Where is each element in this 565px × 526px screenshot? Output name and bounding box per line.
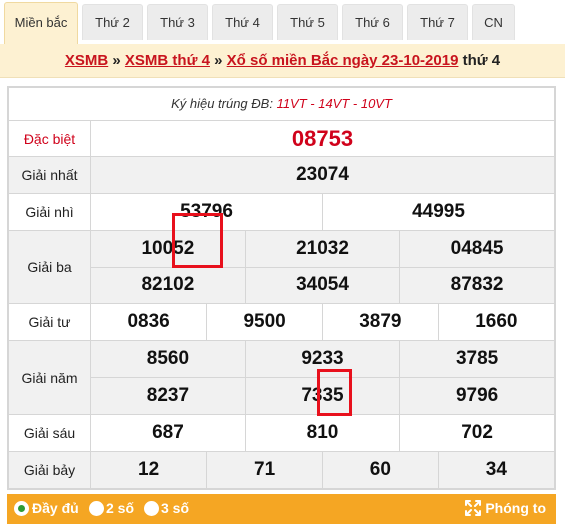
prize-label-third: Giải ba	[8, 229, 91, 305]
prize-row-special: Đặc biệt 08753	[8, 119, 555, 158]
prize-number: 82102	[91, 266, 246, 304]
prize-label-fifth: Giải năm	[8, 339, 91, 416]
prize-number: 34054	[244, 266, 400, 304]
prize-row-sixth: Giải sáu 687 810 702	[8, 414, 555, 453]
prize-number: 3879	[322, 304, 439, 340]
day-tabs: Miền bắc Thứ 2 Thứ 3 Thứ 4 Thứ 5 Thứ 6 T…	[0, 0, 565, 44]
tab-thu-3[interactable]: Thứ 3	[147, 4, 208, 40]
prize-row-seventh: Giải bảy 12 71 60 34	[8, 451, 555, 489]
tab-thu-2[interactable]: Thứ 2	[82, 4, 143, 40]
prize-number: 9500	[206, 304, 323, 340]
prize-row-first: Giải nhất 23074	[8, 156, 555, 195]
prize-row-second: Giải nhì 53796 44995	[8, 193, 555, 231]
prize-number: 87832	[399, 266, 554, 304]
radio-3-digits[interactable]	[144, 501, 159, 516]
symbol-codes: 11VT - 14VT - 10VT	[276, 96, 392, 112]
prize-numbers-sixth: 687 810 702	[90, 414, 555, 453]
zoom-label: Phóng to	[485, 500, 546, 516]
prize-number: 1660	[437, 304, 554, 340]
radio-full[interactable]	[14, 501, 29, 516]
breadcrumb-link-xsmb[interactable]: XSMB	[65, 52, 108, 69]
prize-number: 3785	[399, 340, 554, 378]
tab-thu-4[interactable]: Thứ 4	[212, 4, 273, 40]
breadcrumb: XSMB » XSMB thứ 4 » Xổ số miền Bắc ngày …	[0, 44, 565, 78]
prize-label-seventh: Giải bảy	[8, 451, 91, 489]
prize-number: 08753	[90, 119, 555, 158]
prize-label-special: Đặc biệt	[8, 119, 91, 158]
prize-numbers-fourth: 0836 9500 3879 1660	[90, 303, 555, 341]
breadcrumb-link-date[interactable]: Xổ số miền Bắc ngày 23-10-2019	[227, 52, 459, 69]
prize-number: 60	[322, 452, 439, 488]
zoom-button[interactable]: Phóng to	[465, 500, 546, 516]
prize-number: 34	[437, 452, 554, 488]
prize-number: 04845	[399, 230, 554, 268]
prize-row-fourth: Giải tư 0836 9500 3879 1660	[8, 303, 555, 341]
prize-number: 8560	[91, 340, 246, 378]
prize-number: 9796	[399, 377, 554, 415]
prize-number: 21032	[244, 230, 400, 268]
prize-number: 71	[206, 452, 323, 488]
prize-number: 702	[399, 415, 554, 452]
prize-label-sixth: Giải sáu	[8, 414, 91, 453]
prize-row-third: Giải ba 10052 21032 04845 82102 34054 87…	[8, 229, 555, 305]
tab-cn[interactable]: CN	[472, 4, 515, 40]
tab-thu-6[interactable]: Thứ 6	[342, 4, 403, 40]
highlight-box	[317, 369, 352, 416]
results-table: Ký hiệu trúng ĐB: 11VT - 14VT - 10VT Đặc…	[7, 86, 556, 490]
prize-number: 12	[91, 452, 207, 488]
radio-3-digits-label[interactable]: 3 số	[161, 500, 189, 516]
prize-number: 23074	[90, 156, 555, 195]
prize-label-fourth: Giải tư	[8, 303, 91, 341]
prize-numbers-seventh: 12 71 60 34	[90, 451, 555, 489]
highlight-box	[172, 213, 223, 268]
radio-full-label[interactable]: Đầy đủ	[32, 500, 79, 516]
breadcrumb-separator: »	[108, 52, 125, 69]
prize-label-first: Giải nhất	[8, 156, 91, 195]
tab-thu-5[interactable]: Thứ 5	[277, 4, 338, 40]
tab-thu-7[interactable]: Thứ 7	[407, 4, 468, 40]
symbol-cell: Ký hiệu trúng ĐB: 11VT - 14VT - 10VT	[8, 87, 555, 121]
prize-number: 810	[244, 415, 400, 452]
prize-number: 687	[152, 422, 184, 444]
symbol-row: Ký hiệu trúng ĐB: 11VT - 14VT - 10VT	[8, 87, 555, 121]
prize-label-second: Giải nhì	[8, 193, 91, 231]
radio-2-digits[interactable]	[89, 501, 104, 516]
prize-number: 8237	[91, 377, 246, 415]
expand-icon	[465, 500, 482, 516]
symbol-label: Ký hiệu trúng ĐB:	[171, 96, 277, 112]
prize-number: 0836	[127, 311, 170, 333]
breadcrumb-link-xsmb-thu-4[interactable]: XSMB thứ 4	[125, 52, 210, 69]
radio-2-digits-label[interactable]: 2 số	[106, 500, 134, 516]
prize-numbers-third: 10052 21032 04845 82102 34054 87832	[90, 229, 555, 305]
view-options-bar: Đầy đủ 2 số 3 số Phóng to	[7, 494, 556, 524]
prize-number: 44995	[322, 194, 554, 230]
prize-row-fifth: Giải năm 8560 9233 3785 8237 7335 9796	[8, 339, 555, 416]
prize-numbers-second: 53796 44995	[90, 193, 555, 231]
breadcrumb-suffix: thứ 4	[458, 52, 501, 69]
tab-mien-bac[interactable]: Miền bắc	[4, 2, 78, 44]
breadcrumb-separator: »	[209, 52, 227, 69]
